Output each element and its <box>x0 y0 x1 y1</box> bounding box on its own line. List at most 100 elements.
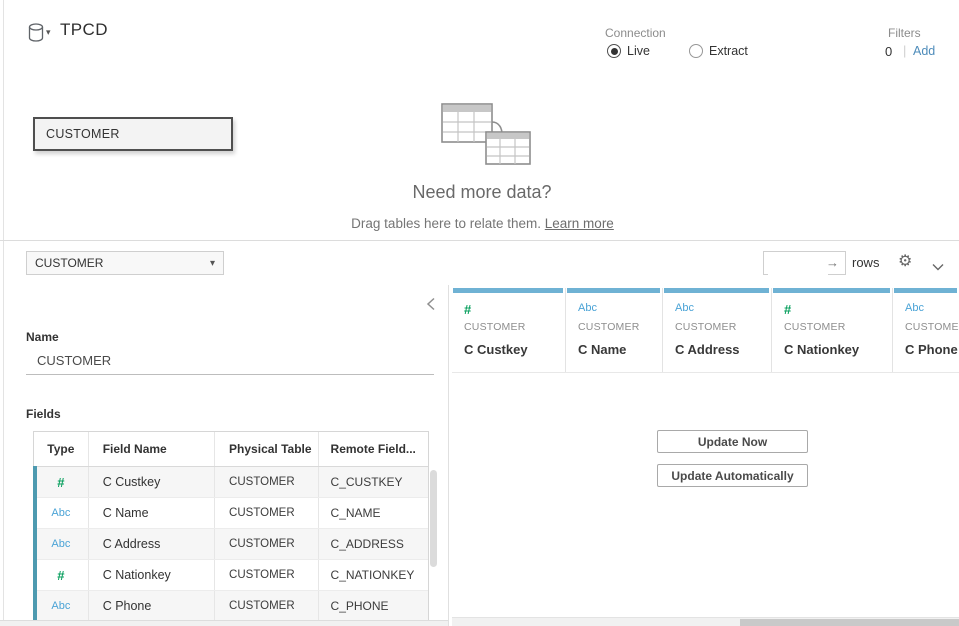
column-field-name: C Address <box>675 342 740 357</box>
grid-column-header[interactable]: Abc CUSTOMER C Phone <box>893 288 959 372</box>
cell-field-name: C Nationkey <box>89 560 215 590</box>
fields-table-vertical-scrollbar[interactable] <box>430 470 437 567</box>
rows-label: rows <box>852 255 879 270</box>
fields-table-header: Type Field Name Physical Table Remote Fi… <box>34 432 428 467</box>
number-type-icon: # <box>464 302 471 317</box>
table-row[interactable]: Abc C Address CUSTOMER C_ADDRESS <box>34 529 428 560</box>
column-accent-bar <box>894 288 957 293</box>
canvas-bottom-divider <box>0 240 959 241</box>
grid-column-header[interactable]: # CUSTOMER C Nationkey <box>772 288 893 372</box>
radio-extract-label[interactable]: Extract <box>709 44 748 58</box>
number-type-icon: # <box>784 302 791 317</box>
filters-separator: | <box>903 43 906 58</box>
string-type-icon: Abc <box>34 529 89 559</box>
column-table-name: CUSTOMER <box>784 321 846 333</box>
database-caret-icon[interactable]: ▾ <box>46 27 51 38</box>
cell-field-name: C Address <box>89 529 215 559</box>
table-selector-dropdown[interactable]: CUSTOMER ▾ <box>26 251 224 275</box>
database-icon[interactable] <box>27 23 45 48</box>
update-automatically-button[interactable]: Update Automatically <box>657 464 808 487</box>
column-table-name: CUSTOMER <box>675 321 737 333</box>
radio-live-label[interactable]: Live <box>627 44 650 58</box>
fields-table: Type Field Name Physical Table Remote Fi… <box>33 431 429 620</box>
cell-remote-field: C_PHONE <box>319 591 428 620</box>
left-panel-bottom-scroll-track[interactable] <box>0 620 448 626</box>
apply-arrow-icon[interactable]: → <box>826 255 839 270</box>
string-type-icon: Abc <box>675 302 694 314</box>
cell-field-name: C Custkey <box>89 467 215 497</box>
empty-state-subtitle-text: Drag tables here to relate them. <box>351 216 545 231</box>
column-accent-bar <box>567 288 660 293</box>
name-value-field[interactable]: CUSTOMER <box>37 353 111 368</box>
number-type-icon: # <box>34 467 89 497</box>
fields-label: Fields <box>26 407 61 421</box>
canvas-table-chip[interactable]: CUSTOMER <box>33 117 233 151</box>
cell-remote-field: C_NAME <box>319 498 428 528</box>
chevron-down-icon[interactable] <box>932 258 944 276</box>
header-physical-table[interactable]: Physical Table <box>215 432 319 466</box>
cell-physical-table: CUSTOMER <box>215 560 319 590</box>
header-field-name[interactable]: Field Name <box>89 432 215 466</box>
cell-remote-field: C_ADDRESS <box>319 529 428 559</box>
column-accent-bar <box>453 288 563 293</box>
cell-physical-table: CUSTOMER <box>215 529 319 559</box>
column-accent-bar <box>773 288 890 293</box>
cell-physical-table: CUSTOMER <box>215 498 319 528</box>
column-table-name: CUSTOMER <box>578 321 640 333</box>
column-table-name: CUSTOMER <box>905 321 959 333</box>
name-field-underline <box>26 374 434 375</box>
learn-more-link[interactable]: Learn more <box>545 216 614 231</box>
dropdown-caret-icon: ▾ <box>210 258 215 269</box>
empty-state-subtitle: Drag tables here to relate them. Learn m… <box>255 216 710 231</box>
radio-extract[interactable] <box>689 44 703 58</box>
header-type[interactable]: Type <box>34 432 89 466</box>
string-type-icon: Abc <box>34 498 89 528</box>
column-field-name: C Name <box>578 342 626 357</box>
column-table-name: CUSTOMER <box>464 321 526 333</box>
column-accent-bar <box>664 288 769 293</box>
radio-live[interactable] <box>607 44 621 58</box>
string-type-icon: Abc <box>905 302 924 314</box>
table-row[interactable]: # C Nationkey CUSTOMER C_NATIONKEY <box>34 560 428 591</box>
grid-horizontal-scrollbar[interactable] <box>452 617 959 626</box>
table-row[interactable]: Abc C Name CUSTOMER C_NAME <box>34 498 428 529</box>
cell-physical-table: CUSTOMER <box>215 591 319 620</box>
add-filter-link[interactable]: Add <box>913 44 935 58</box>
grid-column-header[interactable]: Abc CUSTOMER C Address <box>663 288 772 372</box>
panel-divider <box>448 285 449 626</box>
connection-label: Connection <box>605 26 666 40</box>
cell-field-name: C Name <box>89 498 215 528</box>
cell-field-name: C Phone <box>89 591 215 620</box>
update-now-button[interactable]: Update Now <box>657 430 808 453</box>
table-row[interactable]: Abc C Phone CUSTOMER C_PHONE <box>34 591 428 620</box>
number-type-icon: # <box>34 560 89 590</box>
tableau-datasource-page: ▾ TPCD Connection Live Extract Filters 0… <box>0 0 959 626</box>
empty-state-title: Need more data? <box>332 182 632 203</box>
datasource-title[interactable]: TPCD <box>60 20 108 40</box>
row-limit-field[interactable]: → <box>763 251 846 275</box>
name-label: Name <box>26 330 59 344</box>
grid-column-header[interactable]: Abc CUSTOMER C Name <box>566 288 663 372</box>
header-remote-field[interactable]: Remote Field... <box>319 432 428 466</box>
string-type-icon: Abc <box>578 302 597 314</box>
selected-table-indicator-bar <box>33 466 37 620</box>
grid-header-bottom-divider <box>452 372 959 373</box>
table-selector-value: CUSTOMER <box>35 256 103 270</box>
column-field-name: C Custkey <box>464 342 528 357</box>
collapse-panel-icon[interactable] <box>426 297 436 316</box>
relate-tables-illustration-icon <box>428 96 538 173</box>
cell-physical-table: CUSTOMER <box>215 467 319 497</box>
left-edge-divider <box>3 0 4 626</box>
column-field-name: C Phone <box>905 342 958 357</box>
filters-label: Filters <box>888 26 921 40</box>
grid-column-header[interactable]: # CUSTOMER C Custkey <box>452 288 566 372</box>
grid-horizontal-scrollbar-thumb[interactable] <box>740 619 959 626</box>
column-field-name: C Nationkey <box>784 342 859 357</box>
filters-count: 0 <box>885 44 892 59</box>
cell-remote-field: C_CUSTKEY <box>319 467 428 497</box>
table-row[interactable]: # C Custkey CUSTOMER C_CUSTKEY <box>34 467 428 498</box>
gear-icon[interactable]: ⚙ <box>898 251 912 271</box>
row-limit-input[interactable] <box>768 253 828 275</box>
string-type-icon: Abc <box>34 591 89 620</box>
cell-remote-field: C_NATIONKEY <box>319 560 428 590</box>
